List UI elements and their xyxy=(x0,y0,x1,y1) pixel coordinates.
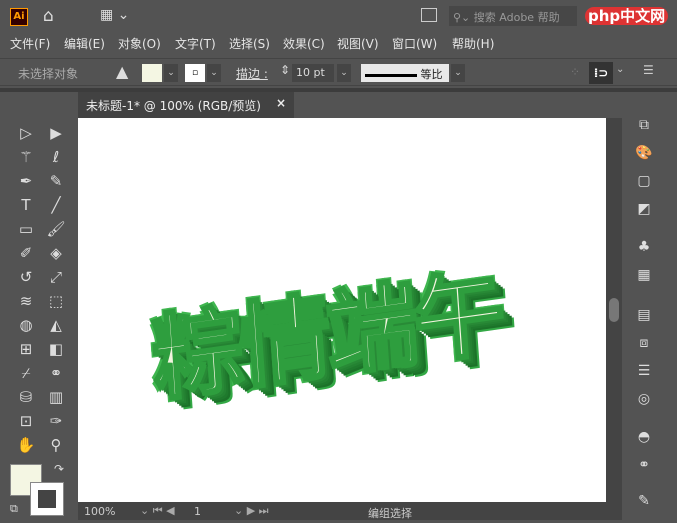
document-panel-icon[interactable]: ▢ xyxy=(634,171,654,191)
watermark-logo: php中文网 xyxy=(585,7,669,25)
stroke-weight-input[interactable]: 10 pt xyxy=(292,64,334,82)
eraser-tool-icon[interactable]: ◈ xyxy=(44,242,68,264)
shaper-tool-icon[interactable]: ✐ xyxy=(14,242,38,264)
color-panel-icon[interactable]: 🎨 xyxy=(634,143,654,163)
stroke-dropdown[interactable]: ⌄ xyxy=(207,64,221,82)
pen-tool-icon[interactable]: ✒ xyxy=(14,170,38,192)
artboard-tool-icon[interactable]: ⊡ xyxy=(14,410,38,432)
artboards-panel-icon[interactable]: ⧈ xyxy=(634,333,654,353)
document-tab[interactable]: 未标题-1* @ 100% (RGB/预览) × xyxy=(78,92,294,118)
width-tool-icon[interactable]: ≋ xyxy=(14,290,38,312)
menu-window[interactable]: 窗口(W) xyxy=(392,35,437,52)
menu-effect[interactable]: 效果(C) xyxy=(283,35,325,52)
fill-swatch[interactable] xyxy=(142,64,162,82)
selection-status: 未选择对象 xyxy=(18,67,79,81)
zoom-dropdown[interactable]: ⌄ ⏮ ◀ xyxy=(140,504,175,518)
brushes-panel-icon[interactable]: ✎ xyxy=(634,491,654,511)
profile-dropdown[interactable]: ⌄ xyxy=(451,64,465,82)
control-bar: 未选择对象 ▲ ⌄ ▫ ⌄ 描边 : ⇕ 10 pt ⌄ 等比 ⌄ ⁘ ⁞⊃ ⌄… xyxy=(0,58,677,86)
selection-tool-icon[interactable]: ▷ xyxy=(14,122,38,144)
default-colors-icon[interactable]: ⧉ xyxy=(10,502,18,516)
rectangle-tool-icon[interactable]: ▭ xyxy=(14,218,38,240)
menu-edit[interactable]: 编辑(E) xyxy=(64,35,105,52)
artboard-nav[interactable]: ⌄ ▶ ⏭ xyxy=(234,504,269,518)
watermark: php中文网 xyxy=(585,5,669,26)
menu-file[interactable]: 文件(F) xyxy=(10,35,50,52)
profile-label: 等比 xyxy=(420,68,443,81)
stroke-swatch[interactable]: ▫ xyxy=(185,64,205,82)
direct-selection-tool-icon[interactable]: ▶ xyxy=(44,122,68,144)
blend-tool-icon[interactable]: ⚭ xyxy=(44,362,68,384)
symbol-sprayer-tool-icon[interactable]: ⛁ xyxy=(14,386,38,408)
rotate-tool-icon[interactable]: ↺ xyxy=(14,266,38,288)
swap-colors-icon[interactable]: ↷ xyxy=(54,462,64,476)
zoom-tool-icon[interactable]: ⚲ xyxy=(44,434,68,456)
stroke-color-swatch[interactable] xyxy=(30,482,64,516)
stroke-stepper-icon[interactable]: ⇕ xyxy=(280,63,290,77)
warning-icon: ▲ xyxy=(116,62,129,81)
menu-object[interactable]: 对象(O) xyxy=(118,35,161,52)
right-panel-dock: ⧉ 🎨 ▢ ◩ ♣ ▦ ▤ ⧈ ☰ ◎ ◓ ⚭ ✎ xyxy=(626,105,662,520)
column-graph-tool-icon[interactable]: ▥ xyxy=(44,386,68,408)
gradient-panel-icon[interactable]: ▤ xyxy=(634,305,654,325)
pathfinder-panel-icon[interactable]: ⚭ xyxy=(634,455,654,475)
line-tool-icon[interactable]: ╱ xyxy=(44,194,68,216)
swatches-panel-icon[interactable]: ▦ xyxy=(634,265,654,285)
arrange-documents-icon[interactable] xyxy=(421,8,437,22)
vertical-scrollbar[interactable] xyxy=(606,118,622,502)
scale-tool-icon[interactable]: ⤢ xyxy=(44,266,68,288)
title-bar: Ai ⌂ ▦ ⌄ ⚲⌄ 搜索 Adobe 帮助 php中文网 xyxy=(0,0,677,32)
free-transform-tool-icon[interactable]: ⬚ xyxy=(44,290,68,312)
magic-wand-tool-icon[interactable]: ⚚ xyxy=(14,146,38,168)
hand-tool-icon[interactable]: ✋ xyxy=(14,434,38,456)
fill-dropdown[interactable]: ⌄ xyxy=(164,64,178,82)
scrollbar-thumb[interactable] xyxy=(609,298,619,322)
menu-help[interactable]: 帮助(H) xyxy=(452,35,494,52)
status-bar: 100% ⌄ ⏮ ◀ 1 ⌄ ▶ ⏭ 编组选择 xyxy=(78,502,622,520)
close-tab-button[interactable]: × xyxy=(276,96,286,110)
home-icon[interactable]: ⌂ xyxy=(43,6,54,26)
transform-dropdown[interactable]: ⌄ xyxy=(616,64,624,75)
appearance-panel-icon[interactable]: ◓ xyxy=(634,427,654,447)
menu-select[interactable]: 选择(S) xyxy=(229,35,270,52)
color-guide-icon[interactable]: ◩ xyxy=(634,199,654,219)
stroke-weight-dropdown[interactable]: ⌄ xyxy=(337,64,351,82)
stroke-label[interactable]: 描边 : xyxy=(236,65,268,82)
artboard-number[interactable]: 1 xyxy=(194,505,201,518)
search-input[interactable]: ⚲⌄ 搜索 Adobe 帮助 xyxy=(449,6,577,26)
curvature-tool-icon[interactable]: ✎ xyxy=(44,170,68,192)
variable-width-profile[interactable]: 等比 xyxy=(361,64,449,82)
type-tool-icon[interactable]: T xyxy=(14,194,38,216)
mesh-tool-icon[interactable]: ⊞ xyxy=(14,338,38,360)
workspace-layout-icon[interactable]: ▦ ⌄ xyxy=(100,7,129,23)
eyedropper-tool-icon[interactable]: ⌿ xyxy=(14,362,38,384)
menu-view[interactable]: 视图(V) xyxy=(337,35,379,52)
current-tool-status: 编组选择 xyxy=(368,507,412,520)
app-logo: Ai xyxy=(10,8,28,26)
transparency-panel-icon[interactable]: ◎ xyxy=(634,389,654,409)
gradient-tool-icon[interactable]: ◧ xyxy=(44,338,68,360)
search-placeholder: 搜索 Adobe 帮助 xyxy=(473,11,560,24)
slice-tool-icon[interactable]: ✑ xyxy=(44,410,68,432)
lasso-tool-icon[interactable]: ℓ xyxy=(44,146,68,168)
perspective-grid-tool-icon[interactable]: ◭ xyxy=(44,314,68,336)
menu-type[interactable]: 文字(T) xyxy=(175,35,216,52)
tools-panel: ▷ ▶ ⚚ ℓ ✒ ✎ T ╱ ▭ 🖌 ✐ ◈ ↺ ⤢ ≋ ⬚ ◍ ◭ ⊞ ◧ … xyxy=(6,118,72,518)
document-tab-title: 未标题-1* @ 100% (RGB/预览) xyxy=(86,99,261,113)
menu-bar: 文件(F) 编辑(E) 对象(O) 文字(T) 选择(S) 效果(C) 视图(V… xyxy=(0,32,677,54)
align-icon[interactable]: ⁘ xyxy=(570,65,580,79)
align-panel-icon[interactable]: ☰ xyxy=(634,361,654,381)
transform-icon[interactable]: ⁞⊃ xyxy=(589,62,613,84)
transform-panel-icon[interactable]: ⧉ xyxy=(634,115,654,135)
shape-builder-tool-icon[interactable]: ◍ xyxy=(14,314,38,336)
menu-list-icon[interactable]: ☰ xyxy=(643,63,654,77)
symbols-panel-icon[interactable]: ♣ xyxy=(634,237,654,257)
paintbrush-tool-icon[interactable]: 🖌 xyxy=(44,218,68,240)
zoom-level[interactable]: 100% xyxy=(84,505,115,518)
